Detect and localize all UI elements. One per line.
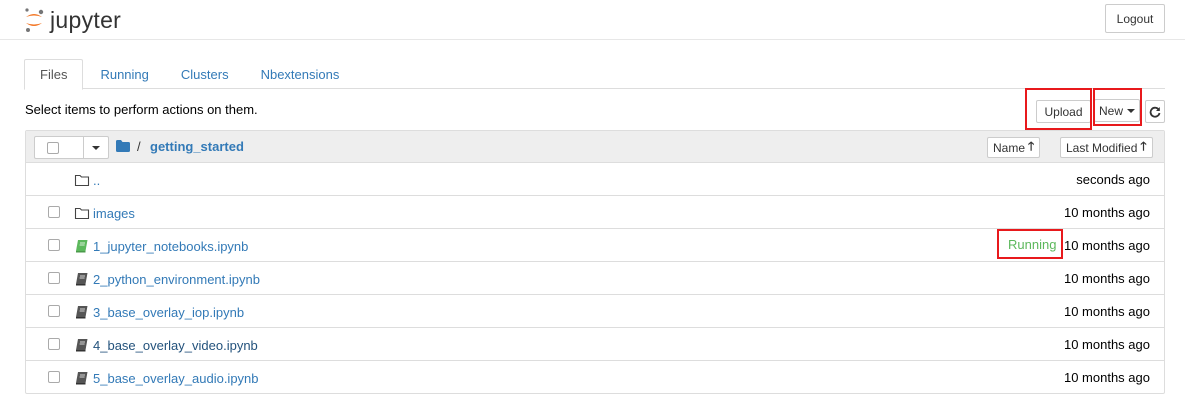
running-status-badge: Running (1008, 237, 1057, 252)
notebook-icon (76, 372, 88, 385)
folder-icon (74, 174, 90, 187)
logo-text: jupyter (50, 6, 122, 33)
file-list: / getting_started Name 🡑 Last Modified 🡑… (25, 130, 1165, 394)
list-item-images[interactable]: images 10 months ago (26, 196, 1164, 229)
list-item-notebook-running[interactable]: 1_jupyter_notebooks.ipynb Running 10 mon… (26, 229, 1164, 262)
file-name-link[interactable]: .. (93, 173, 100, 188)
row-checkbox[interactable] (48, 371, 60, 383)
folder-open-icon (116, 140, 130, 152)
file-name-link[interactable]: 5_base_overlay_audio.ipynb (93, 371, 259, 386)
last-modified: 10 months ago (1063, 337, 1150, 352)
list-header: / getting_started Name 🡑 Last Modified 🡑 (26, 131, 1164, 163)
refresh-button[interactable] (1145, 100, 1165, 123)
arrow-up-icon: 🡑 (1028, 139, 1035, 153)
list-item-notebook[interactable]: 3_base_overlay_iop.ipynb 10 months ago (26, 295, 1164, 328)
header-bar: jupyter Logout (0, 0, 1185, 40)
jupyter-logo-icon (25, 8, 44, 32)
file-name-link[interactable]: 4_base_overlay_video.ipynb (93, 338, 258, 353)
notebook-icon (76, 273, 88, 286)
caret-down-icon (92, 146, 100, 150)
select-all-checkbox[interactable] (47, 142, 59, 154)
list-item-parent-dir[interactable]: .. seconds ago (26, 163, 1164, 196)
file-name-link[interactable]: images (93, 206, 135, 221)
row-checkbox[interactable] (48, 206, 60, 218)
notebook-icon (76, 339, 88, 352)
new-dropdown-button[interactable]: New (1094, 99, 1140, 122)
new-label: New (1098, 103, 1123, 118)
sort-by-modified-button[interactable]: Last Modified 🡑 (1060, 137, 1153, 158)
folder-icon (74, 207, 90, 220)
file-name-link[interactable]: 3_base_overlay_iop.ipynb (93, 305, 244, 320)
last-modified: 10 months ago (1063, 271, 1150, 286)
last-modified: 10 months ago (1063, 304, 1150, 319)
sort-modified-label: Last Modified (1066, 140, 1138, 155)
last-modified: seconds ago (1076, 172, 1150, 187)
tab-bar: Files Running Clusters Nbextensions (24, 59, 1165, 90)
row-checkbox[interactable] (48, 239, 60, 251)
breadcrumb-current-dir[interactable]: getting_started (150, 139, 244, 154)
dropdown-divider (83, 137, 84, 158)
sort-by-name-button[interactable]: Name 🡑 (987, 137, 1041, 158)
row-checkbox[interactable] (48, 305, 60, 317)
jupyter-logo[interactable]: jupyter (24, 5, 121, 35)
breadcrumb-separator: / (137, 139, 141, 154)
file-name-link[interactable]: 1_jupyter_notebooks.ipynb (93, 239, 248, 254)
last-modified: 10 months ago (1063, 370, 1150, 385)
select-hint: Select items to perform actions on them. (25, 102, 258, 117)
file-name-link[interactable]: 2_python_environment.ipynb (93, 272, 260, 287)
last-modified: 10 months ago (1063, 205, 1150, 220)
logout-button[interactable]: Logout (1105, 4, 1165, 33)
row-checkbox[interactable] (48, 272, 60, 284)
row-checkbox[interactable] (48, 338, 60, 350)
sort-name-label: Name (993, 140, 1026, 155)
tab-running[interactable]: Running (85, 59, 163, 89)
tab-clusters[interactable]: Clusters (166, 59, 244, 89)
notebook-running-icon (76, 240, 88, 253)
list-item-notebook[interactable]: 5_base_overlay_audio.ipynb 10 months ago (26, 361, 1164, 394)
tab-files[interactable]: Files (24, 59, 84, 90)
arrow-up-icon: 🡑 (1140, 139, 1147, 153)
notebook-icon (76, 306, 88, 319)
tab-nbextensions[interactable]: Nbextensions (246, 59, 355, 89)
caret-down-icon (1127, 108, 1135, 113)
list-item-notebook[interactable]: 4_base_overlay_video.ipynb 10 months ago (26, 328, 1164, 361)
refresh-icon (1149, 106, 1161, 118)
upload-button[interactable]: Upload (1036, 100, 1091, 123)
select-all-dropdown[interactable] (34, 136, 109, 159)
list-item-notebook[interactable]: 2_python_environment.ipynb 10 months ago (26, 262, 1164, 295)
last-modified: 10 months ago (1063, 238, 1150, 253)
